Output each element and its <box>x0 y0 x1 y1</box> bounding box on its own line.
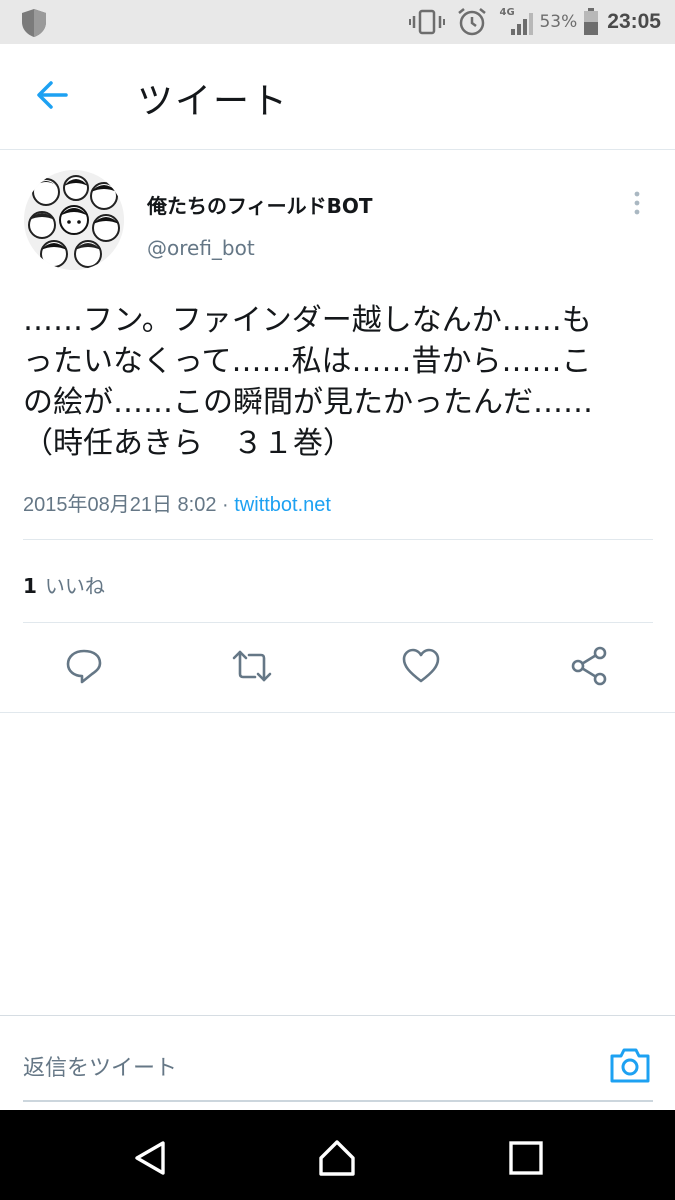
signal-icon <box>511 13 534 35</box>
tweet-actions <box>0 646 675 688</box>
battery-icon <box>584 8 599 35</box>
divider <box>23 622 653 623</box>
system-nav-bar <box>0 1110 675 1200</box>
divider <box>0 712 675 713</box>
camera-icon[interactable] <box>609 1046 651 1084</box>
tweet-text: ……フン。ファインダー越しなんか……も ったいなくって……私は……昔から……こ … <box>23 303 593 461</box>
avatar-image <box>24 170 124 270</box>
tweet-source-link[interactable]: twittbot.net <box>234 494 331 516</box>
status-bar: 4G 53% 23:05 <box>0 0 675 44</box>
tweet-date: 2015年08月21日 8:02 · <box>23 494 235 516</box>
like-label: いいね <box>44 574 105 598</box>
like-icon[interactable] <box>401 646 441 686</box>
top-app-bar: ツイート <box>0 44 675 150</box>
share-icon[interactable] <box>570 646 610 686</box>
clock: 23:05 <box>607 10 661 33</box>
reply-input[interactable]: 返信をツイート <box>23 1050 177 1082</box>
user-handle[interactable]: @orefi_bot <box>147 236 255 260</box>
like-count-row[interactable]: 1 いいね <box>23 570 105 599</box>
back-triangle-icon[interactable] <box>131 1138 171 1178</box>
home-circle-icon[interactable] <box>317 1138 357 1178</box>
status-icons: 4G 53% 23:05 <box>409 0 661 44</box>
page-title: ツイート <box>137 81 290 122</box>
shield-icon <box>22 9 46 37</box>
like-count: 1 <box>23 574 37 598</box>
tweet-meta: 2015年08月21日 8:02 · twittbot.net <box>23 488 331 517</box>
retweet-icon[interactable] <box>232 646 272 686</box>
reply-icon[interactable] <box>64 646 104 686</box>
display-name[interactable]: 俺たちのフィールドBOT <box>147 190 373 219</box>
alarm-icon <box>458 8 487 36</box>
reply-bar: 返信をツイート <box>0 1015 675 1110</box>
arrow-left-icon[interactable] <box>32 74 74 116</box>
battery-percent: 53% <box>539 12 578 32</box>
more-vertical-icon[interactable] <box>624 190 650 216</box>
avatar[interactable] <box>24 170 124 270</box>
recents-square-icon[interactable] <box>506 1138 546 1178</box>
divider <box>23 539 653 540</box>
vibrate-icon <box>409 9 446 35</box>
signal-indicator: 4G <box>499 7 535 37</box>
reply-input-underline <box>23 1100 653 1102</box>
